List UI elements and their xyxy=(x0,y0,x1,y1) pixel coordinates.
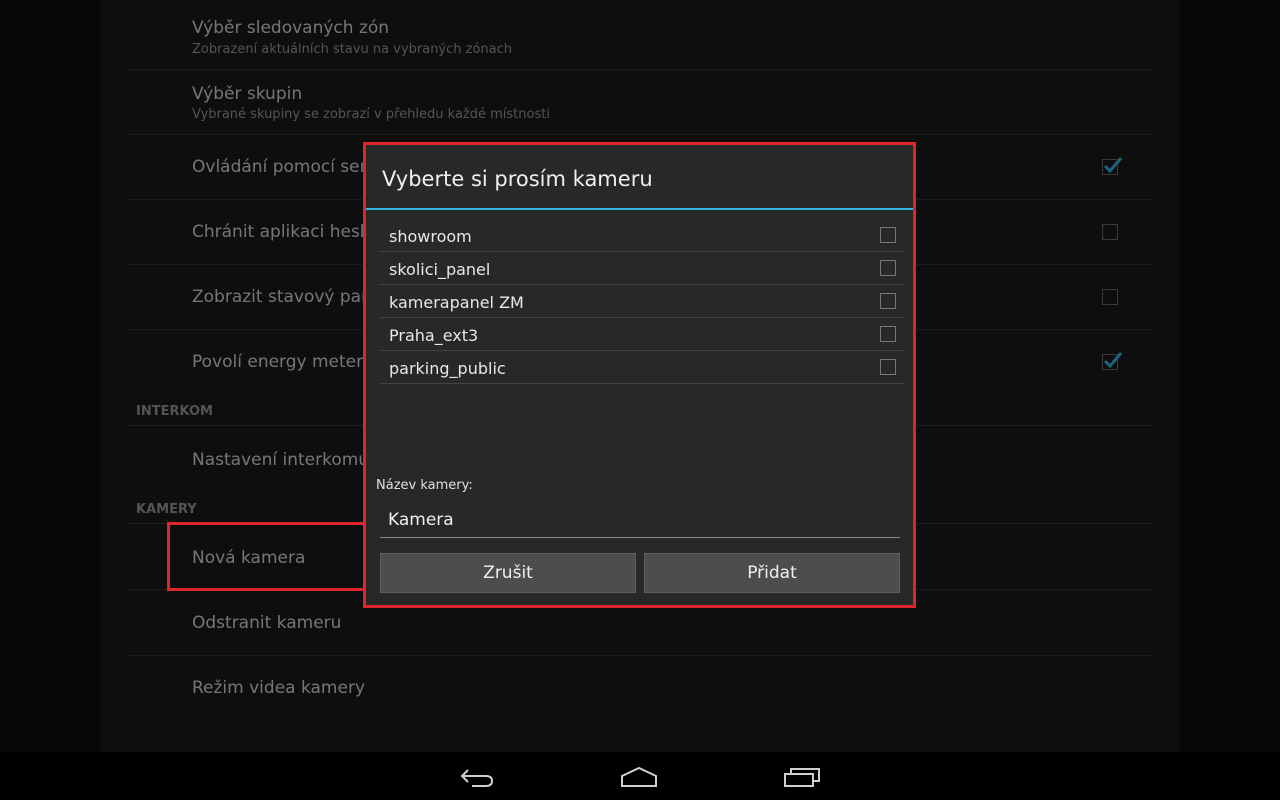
energy-metering-checkbox[interactable] xyxy=(1102,352,1123,370)
camera-list: showroom skolici_panel kamerapanel ZM Pr… xyxy=(380,219,904,384)
camera-label: skolici_panel xyxy=(389,260,491,279)
dialog-title: Vyberte si prosím kameru xyxy=(382,167,653,191)
row-title: Ovládání pomocí senz xyxy=(192,157,380,177)
camera-checkbox[interactable] xyxy=(880,359,896,375)
recent-apps-icon[interactable] xyxy=(783,764,821,794)
home-icon[interactable] xyxy=(620,764,658,794)
row-title: Výběr sledovaných zón xyxy=(192,18,390,38)
highlight-frame-new-camera xyxy=(167,522,367,591)
add-button[interactable]: Přidat xyxy=(644,553,900,593)
camera-list-item[interactable]: parking_public xyxy=(380,351,904,384)
settings-row-zones[interactable]: Výběr sledovaných zón Zobrazení aktuální… xyxy=(128,0,1152,70)
camera-list-item[interactable]: Praha_ext3 xyxy=(380,318,904,351)
camera-label: kamerapanel ZM xyxy=(389,293,524,312)
row-title: Výběr skupin xyxy=(192,84,303,104)
select-camera-dialog: Vyberte si prosím kameru showroom skolic… xyxy=(363,142,916,608)
camera-checkbox[interactable] xyxy=(880,326,896,342)
dialog-title-divider xyxy=(366,208,913,210)
settings-row-groups[interactable]: Výběr skupin Vybrané skupiny se zobrazí … xyxy=(128,70,1152,135)
camera-name-label: Název kamery: xyxy=(376,478,473,493)
camera-list-item[interactable]: showroom xyxy=(380,219,904,252)
section-label: KAMERY xyxy=(136,502,197,517)
sensor-control-checkbox[interactable] xyxy=(1102,157,1123,175)
settings-row-video-mode[interactable]: Režim videa kamery xyxy=(128,656,1152,722)
back-icon[interactable] xyxy=(458,764,496,794)
row-title: Odstranit kameru xyxy=(192,613,342,633)
camera-list-item[interactable]: kamerapanel ZM xyxy=(380,285,904,318)
row-title: Režim videa kamery xyxy=(192,678,366,698)
cancel-button[interactable]: Zrušit xyxy=(380,553,636,593)
row-subtitle: Vybrané skupiny se zobrazí v přehledu ka… xyxy=(192,107,550,122)
camera-list-item[interactable]: skolici_panel xyxy=(380,252,904,285)
row-subtitle: Zobrazení aktuálních stavu na vybraných … xyxy=(192,42,513,57)
status-panel-checkbox[interactable] xyxy=(1102,289,1118,305)
camera-checkbox[interactable] xyxy=(880,293,896,309)
row-title: Povolí energy meterin xyxy=(192,352,379,372)
password-checkbox[interactable] xyxy=(1102,224,1118,240)
row-title: Chránit aplikaci hesl xyxy=(192,222,365,242)
camera-label: showroom xyxy=(389,227,472,246)
camera-checkbox[interactable] xyxy=(880,227,896,243)
camera-label: parking_public xyxy=(389,359,506,378)
camera-checkbox[interactable] xyxy=(880,260,896,276)
row-title: Nastavení interkomu xyxy=(192,450,370,470)
system-nav-bar xyxy=(0,752,1280,800)
section-label: INTERKOM xyxy=(136,404,213,419)
row-title: Zobrazit stavový pane xyxy=(192,287,383,307)
camera-name-input[interactable]: Kamera xyxy=(380,505,900,538)
camera-name-value: Kamera xyxy=(388,510,454,530)
camera-label: Praha_ext3 xyxy=(389,326,479,345)
